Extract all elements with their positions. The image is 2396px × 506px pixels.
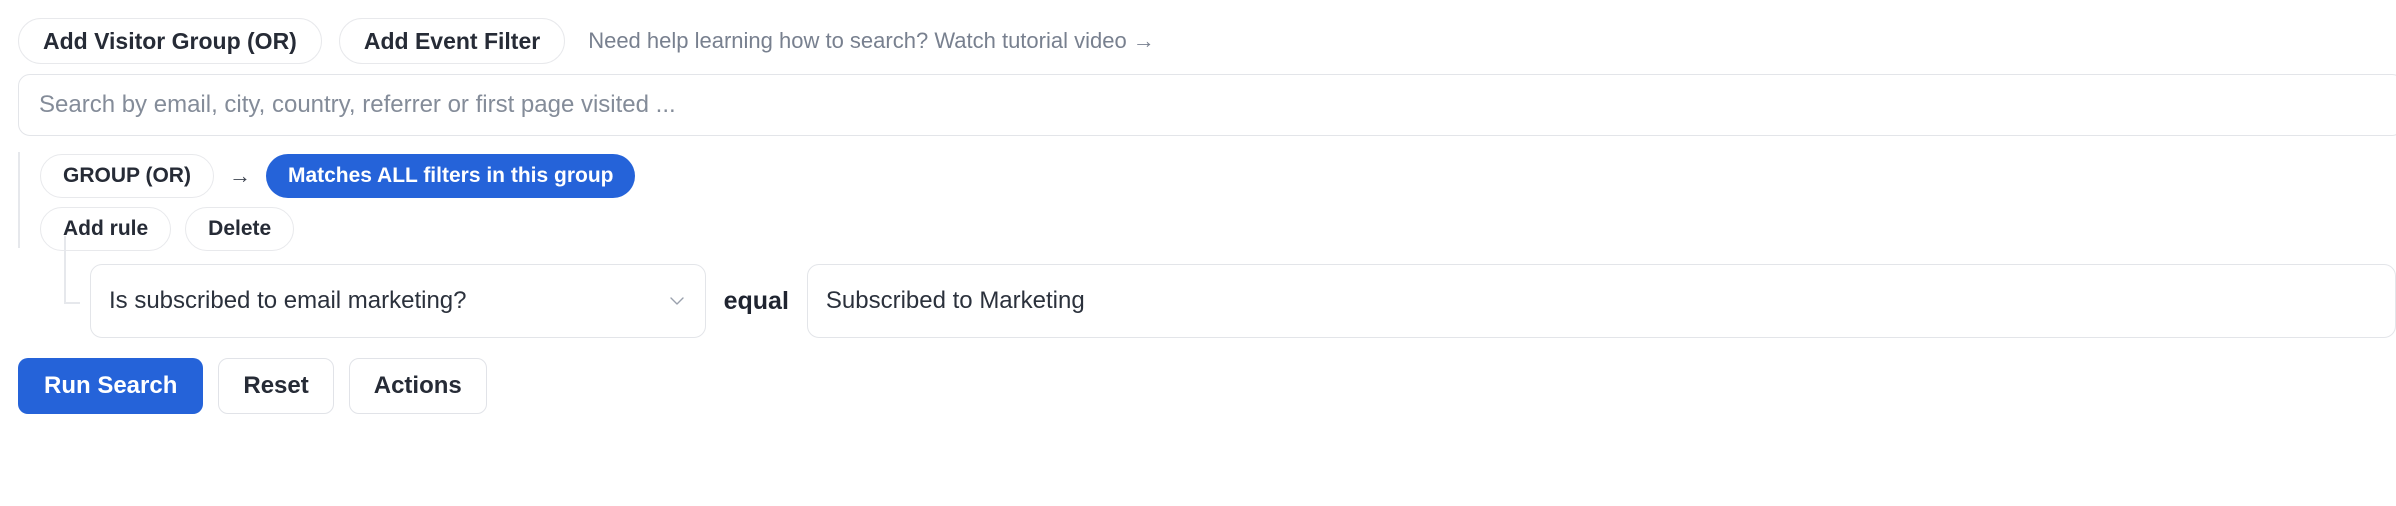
group-or-pill[interactable]: GROUP (OR) (40, 154, 214, 198)
visitor-search-builder: Add Visitor Group (OR) Add Event Filter … (0, 0, 2396, 506)
arrow-right-icon: → (228, 163, 251, 188)
tutorial-video-link[interactable]: Need help learning how to search? Watch … (588, 28, 1155, 54)
rule-field-value: Is subscribed to email marketing? (109, 287, 467, 314)
run-search-button[interactable]: Run Search (18, 358, 204, 414)
builder-toolbar: Add Visitor Group (OR) Add Event Filter … (0, 14, 2396, 68)
builder-footer: Run Search Reset Actions (0, 356, 2396, 416)
add-visitor-group-button[interactable]: Add Visitor Group (OR) (18, 18, 322, 64)
rule-row: Is subscribed to email marketing? equal (64, 236, 2396, 344)
actions-button[interactable]: Actions (348, 358, 487, 414)
filter-group-block: GROUP (OR) → Matches ALL filters in this… (18, 152, 2396, 344)
group-header: GROUP (OR) → Matches ALL filters in this… (40, 152, 2396, 200)
search-field-container (0, 68, 2396, 136)
match-all-filters-badge[interactable]: Matches ALL filters in this group (265, 154, 636, 198)
rule-value-input[interactable] (806, 264, 2396, 338)
group-actions: Add rule Delete (40, 200, 2396, 258)
chevron-down-icon (667, 291, 687, 311)
rule-operator-label: equal (723, 286, 789, 315)
add-event-filter-button[interactable]: Add Event Filter (338, 18, 566, 64)
delete-group-button[interactable]: Delete (185, 207, 295, 251)
reset-button[interactable]: Reset (218, 358, 334, 414)
search-input[interactable] (18, 74, 2396, 136)
add-rule-button[interactable]: Add rule (40, 207, 172, 251)
rule-field-select[interactable]: Is subscribed to email marketing? (90, 264, 706, 338)
